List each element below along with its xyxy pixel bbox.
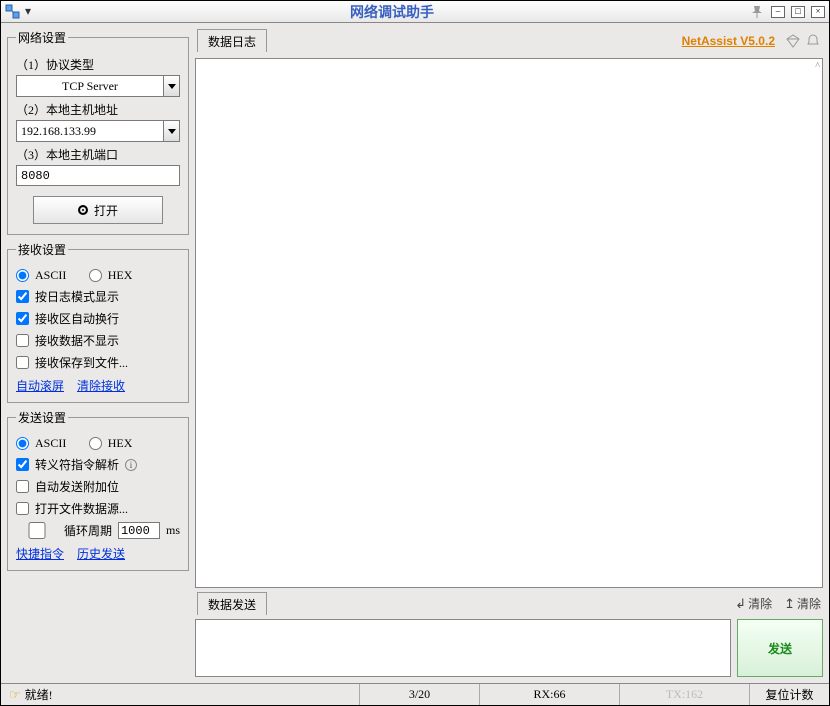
close-button[interactable]: × (811, 6, 825, 18)
recv-opt1-check[interactable] (16, 290, 29, 303)
status-dot-icon (78, 205, 88, 215)
recv-opt3-check[interactable] (16, 334, 29, 347)
status-rx: RX:66 (479, 684, 619, 705)
network-settings-group: 网络设置 （1）协议类型 TCP Server （2）本地主机地址 192.16… (7, 29, 189, 235)
receive-settings-group: 接收设置 ASCII HEX 按日志模式显示 接收区自动换行 接收数据不显示 接… (7, 241, 189, 403)
send-settings-group: 发送设置 ASCII HEX 转义符指令解析i 自动发送附加位 打开文件数据源.… (7, 409, 189, 571)
log-textarea[interactable]: ^ (195, 58, 823, 588)
window-title: 网络调试助手 (35, 2, 749, 22)
send-button[interactable]: 发送 (737, 619, 823, 677)
send-opt2-check[interactable] (16, 480, 29, 493)
log-tab[interactable]: 数据日志 (197, 29, 267, 52)
host-combo[interactable]: 192.168.133.99 (16, 120, 180, 142)
recv-opt4-check[interactable] (16, 356, 29, 369)
clear-log-button[interactable]: ↥清除 (784, 595, 821, 612)
send-legend: 发送设置 (16, 409, 68, 426)
send-input[interactable] (195, 619, 731, 677)
send-tab[interactable]: 数据发送 (197, 592, 267, 615)
protocol-combo[interactable]: TCP Server (16, 75, 180, 97)
chevron-down-icon[interactable] (163, 121, 179, 141)
cycle-input[interactable] (118, 522, 160, 539)
clear-up-icon: ↥ (784, 596, 795, 612)
send-opt3-check[interactable] (16, 502, 29, 515)
recv-ascii-radio[interactable] (16, 269, 29, 282)
send-opt1-check[interactable] (16, 458, 29, 471)
protocol-label: （1）协议类型 (16, 56, 180, 73)
status-bar: ☞ 就绪! 3/20 RX:66 TX:162 复位计数 (1, 683, 829, 705)
quick-cmd-link[interactable]: 快捷指令 (16, 547, 64, 561)
send-ascii-radio[interactable] (16, 437, 29, 450)
send-header: 数据发送 ↲清除 ↥清除 (195, 592, 823, 615)
version-link[interactable]: NetAssist V5.0.2 (682, 34, 775, 48)
chevron-down-icon[interactable] (163, 76, 179, 96)
clear-input-button[interactable]: ↲清除 (735, 595, 772, 612)
clear-recv-link[interactable]: 清除接收 (77, 379, 125, 393)
auto-scroll-link[interactable]: 自动滚屏 (16, 379, 64, 393)
pin-icon[interactable] (749, 4, 765, 20)
status-tx: TX:162 (619, 684, 749, 705)
bell-icon[interactable] (805, 33, 821, 49)
app-icon (5, 4, 21, 20)
port-input[interactable] (16, 165, 180, 186)
send-hex-radio[interactable] (89, 437, 102, 450)
title-bar: ▾ 网络调试助手 – □ × (1, 1, 829, 23)
reset-count-button[interactable]: 复位计数 (749, 684, 829, 705)
recv-hex-radio[interactable] (89, 269, 102, 282)
receive-legend: 接收设置 (16, 241, 68, 258)
network-legend: 网络设置 (16, 29, 68, 46)
menu-dropdown-icon[interactable]: ▾ (25, 4, 35, 19)
port-label: （3）本地主机端口 (16, 146, 180, 163)
diamond-icon[interactable] (785, 33, 801, 49)
log-header: 数据日志 NetAssist V5.0.2 (195, 29, 823, 54)
info-icon[interactable]: i (125, 459, 137, 471)
minimize-button[interactable]: – (771, 6, 785, 18)
host-label: （2）本地主机地址 (16, 101, 180, 118)
scroll-up-icon[interactable]: ^ (815, 61, 820, 72)
ready-icon: ☞ (9, 687, 21, 703)
open-button[interactable]: 打开 (33, 196, 163, 224)
cycle-check[interactable] (16, 522, 58, 539)
maximize-button[interactable]: □ (791, 6, 805, 18)
status-count: 3/20 (359, 684, 479, 705)
history-send-link[interactable]: 历史发送 (77, 547, 125, 561)
clear-down-icon: ↲ (735, 596, 746, 612)
recv-opt2-check[interactable] (16, 312, 29, 325)
ready-text: 就绪! (25, 686, 53, 703)
